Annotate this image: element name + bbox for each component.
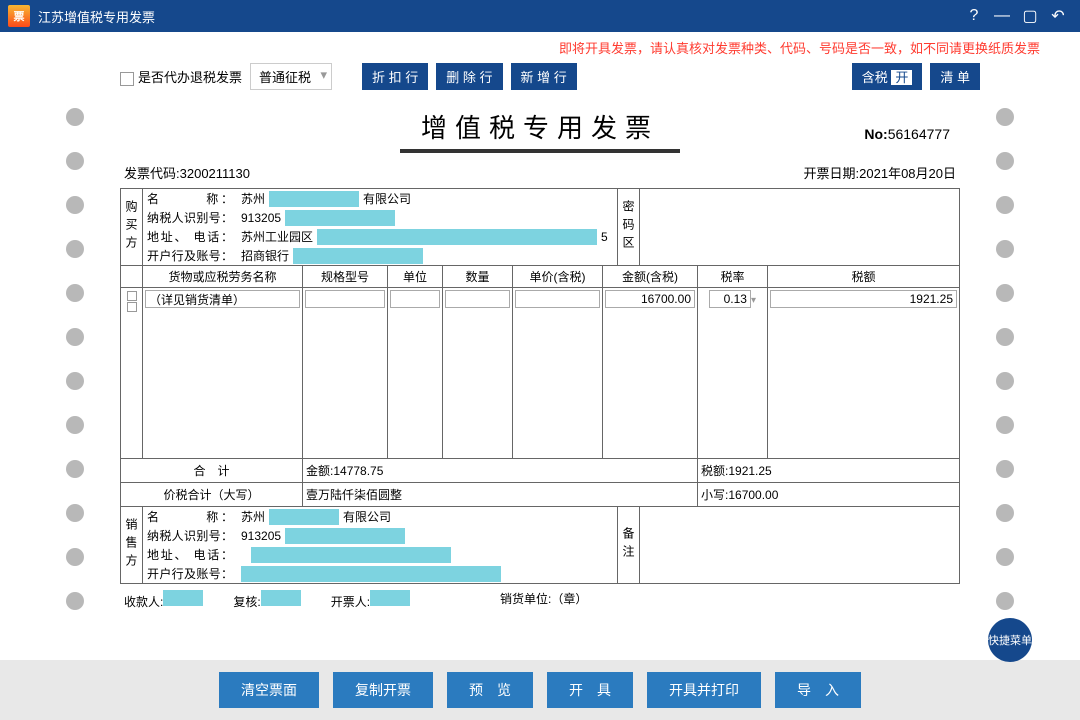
discount-row-button[interactable]: 折 扣 行 [362, 63, 428, 90]
list-button[interactable]: 清 单 [930, 63, 980, 90]
quick-menu-button[interactable]: 快捷菜单 [988, 618, 1032, 662]
seller-bank-mask [241, 566, 501, 582]
item-rate-input[interactable] [709, 290, 751, 308]
perforation-left [66, 108, 84, 610]
total-amount: 金额:14778.75 [303, 459, 698, 482]
seller-addr-mask [251, 547, 451, 563]
row-check[interactable] [121, 288, 143, 458]
issue-button[interactable]: 开 具 [547, 672, 633, 708]
item-qty-input[interactable] [445, 290, 510, 308]
maximize-icon[interactable]: ▢ [1016, 2, 1044, 30]
buyer-addr-mask [317, 229, 597, 245]
invoice-title: 增值税专用发票 [120, 98, 960, 149]
invoice-date: 开票日期:2021年08月20日 [804, 163, 956, 182]
caps-label: 价税合计（大写） [121, 483, 303, 506]
app-logo-icon: 票 [8, 5, 30, 27]
clear-button[interactable]: 清空票面 [219, 672, 319, 708]
tax-type-select[interactable]: 普通征税 [250, 63, 332, 90]
seller-side-label: 销售方 [121, 507, 143, 583]
caps-value: 壹万陆仟柒佰圆整 [303, 483, 698, 506]
invoice-code: 发票代码:3200211130 [124, 163, 250, 182]
invoice-number: No:56164777 [864, 126, 950, 142]
refund-checkbox[interactable]: 是否代办退税发票 [120, 67, 242, 86]
copy-button[interactable]: 复制开票 [333, 672, 433, 708]
password-area-label: 密码区 [617, 189, 639, 265]
help-icon[interactable]: ? [960, 2, 988, 30]
seller-taxid-mask [285, 528, 405, 544]
warning-text: 即将开具发票，请认真核对发票种类、代码、号码是否一致，如不同请更换纸质发票 [0, 32, 1080, 59]
lower-value: 小写:16700.00 [698, 483, 959, 506]
items-body: ▾ [121, 288, 959, 458]
total-label: 合 计 [121, 459, 303, 482]
buyer-side-label: 购买方 [121, 189, 143, 265]
import-button[interactable]: 导 入 [775, 672, 861, 708]
buyer-taxid-mask [285, 210, 395, 226]
toolbar: 是否代办退税发票 普通征税 折 扣 行 删 除 行 新 增 行 含税 开 清 单 [0, 59, 1080, 98]
item-unit-input[interactable] [390, 290, 440, 308]
reviewer-mask [261, 590, 301, 606]
item-amount-input[interactable] [605, 290, 695, 308]
payee-mask [163, 590, 203, 606]
back-icon[interactable]: ↶ [1044, 2, 1072, 30]
add-row-button[interactable]: 新 增 行 [511, 63, 577, 90]
item-price-input[interactable] [515, 290, 600, 308]
minimize-icon[interactable]: — [988, 2, 1016, 30]
remark-label: 备注 [617, 507, 639, 583]
tax-included-button[interactable]: 含税 开 [852, 63, 923, 90]
signatures: 收款人: 复核: 开票人: 销货单位:（章） [120, 584, 960, 616]
password-area [639, 189, 959, 265]
item-spec-input[interactable] [305, 290, 385, 308]
perforation-right [996, 108, 1014, 610]
invoice-paper: 增值税专用发票 No:56164777 发票代码:3200211130 开票日期… [120, 98, 960, 616]
issuer-mask [370, 590, 410, 606]
preview-button[interactable]: 预 览 [447, 672, 533, 708]
items-header: 货物或应税劳务名称 规格型号 单位 数量 单价(含税) 金额(含税) 税率 税额 [121, 266, 959, 288]
titlebar: 票 江苏增值税专用发票 ? — ▢ ↶ [0, 0, 1080, 32]
delete-row-button[interactable]: 删 除 行 [436, 63, 502, 90]
buyer-bank-mask [293, 248, 423, 264]
item-tax-input[interactable] [770, 290, 957, 308]
buyer-name-mask [269, 191, 359, 207]
bottom-bar: 清空票面 复制开票 预 览 开 具 开具并打印 导 入 [0, 660, 1080, 720]
item-name-input[interactable] [145, 290, 300, 308]
window-title: 江苏增值税专用发票 [38, 7, 155, 26]
remark-area [639, 507, 959, 583]
seller-name-mask [269, 509, 339, 525]
total-tax: 税额:1921.25 [698, 459, 959, 482]
issue-print-button[interactable]: 开具并打印 [647, 672, 761, 708]
